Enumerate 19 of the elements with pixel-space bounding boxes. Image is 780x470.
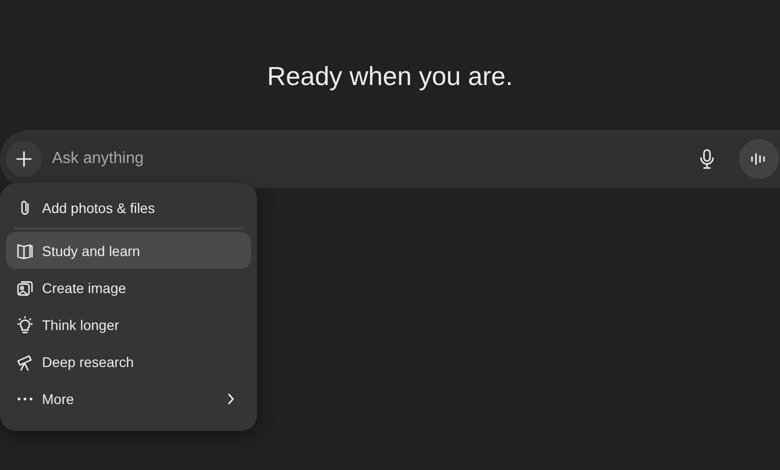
- book-icon: [16, 242, 34, 260]
- add-button[interactable]: [6, 141, 42, 177]
- menu-item[interactable]: Think longer: [6, 306, 251, 343]
- menu-item[interactable]: Create image: [6, 269, 251, 306]
- input-field[interactable]: Ask anything: [50, 149, 691, 169]
- heading: Ready when you are.: [266, 60, 514, 93]
- waveform-icon: [750, 151, 768, 167]
- image-icon: [16, 278, 34, 296]
- menu-item[interactable]: Study and learn: [6, 232, 251, 269]
- telescope-icon: [16, 352, 34, 370]
- voice-button[interactable]: [739, 139, 779, 179]
- plus-icon: [15, 150, 33, 168]
- message-input[interactable]: Ask anything: [0, 130, 780, 188]
- more-icon: [16, 396, 34, 400]
- microphone-icon[interactable]: [699, 149, 715, 169]
- menu-item[interactable]: More: [6, 380, 251, 417]
- menu-item[interactable]: Add photos & files: [6, 189, 251, 226]
- lightbulb-icon: [16, 316, 34, 334]
- menu-item[interactable]: Deep research: [6, 343, 251, 380]
